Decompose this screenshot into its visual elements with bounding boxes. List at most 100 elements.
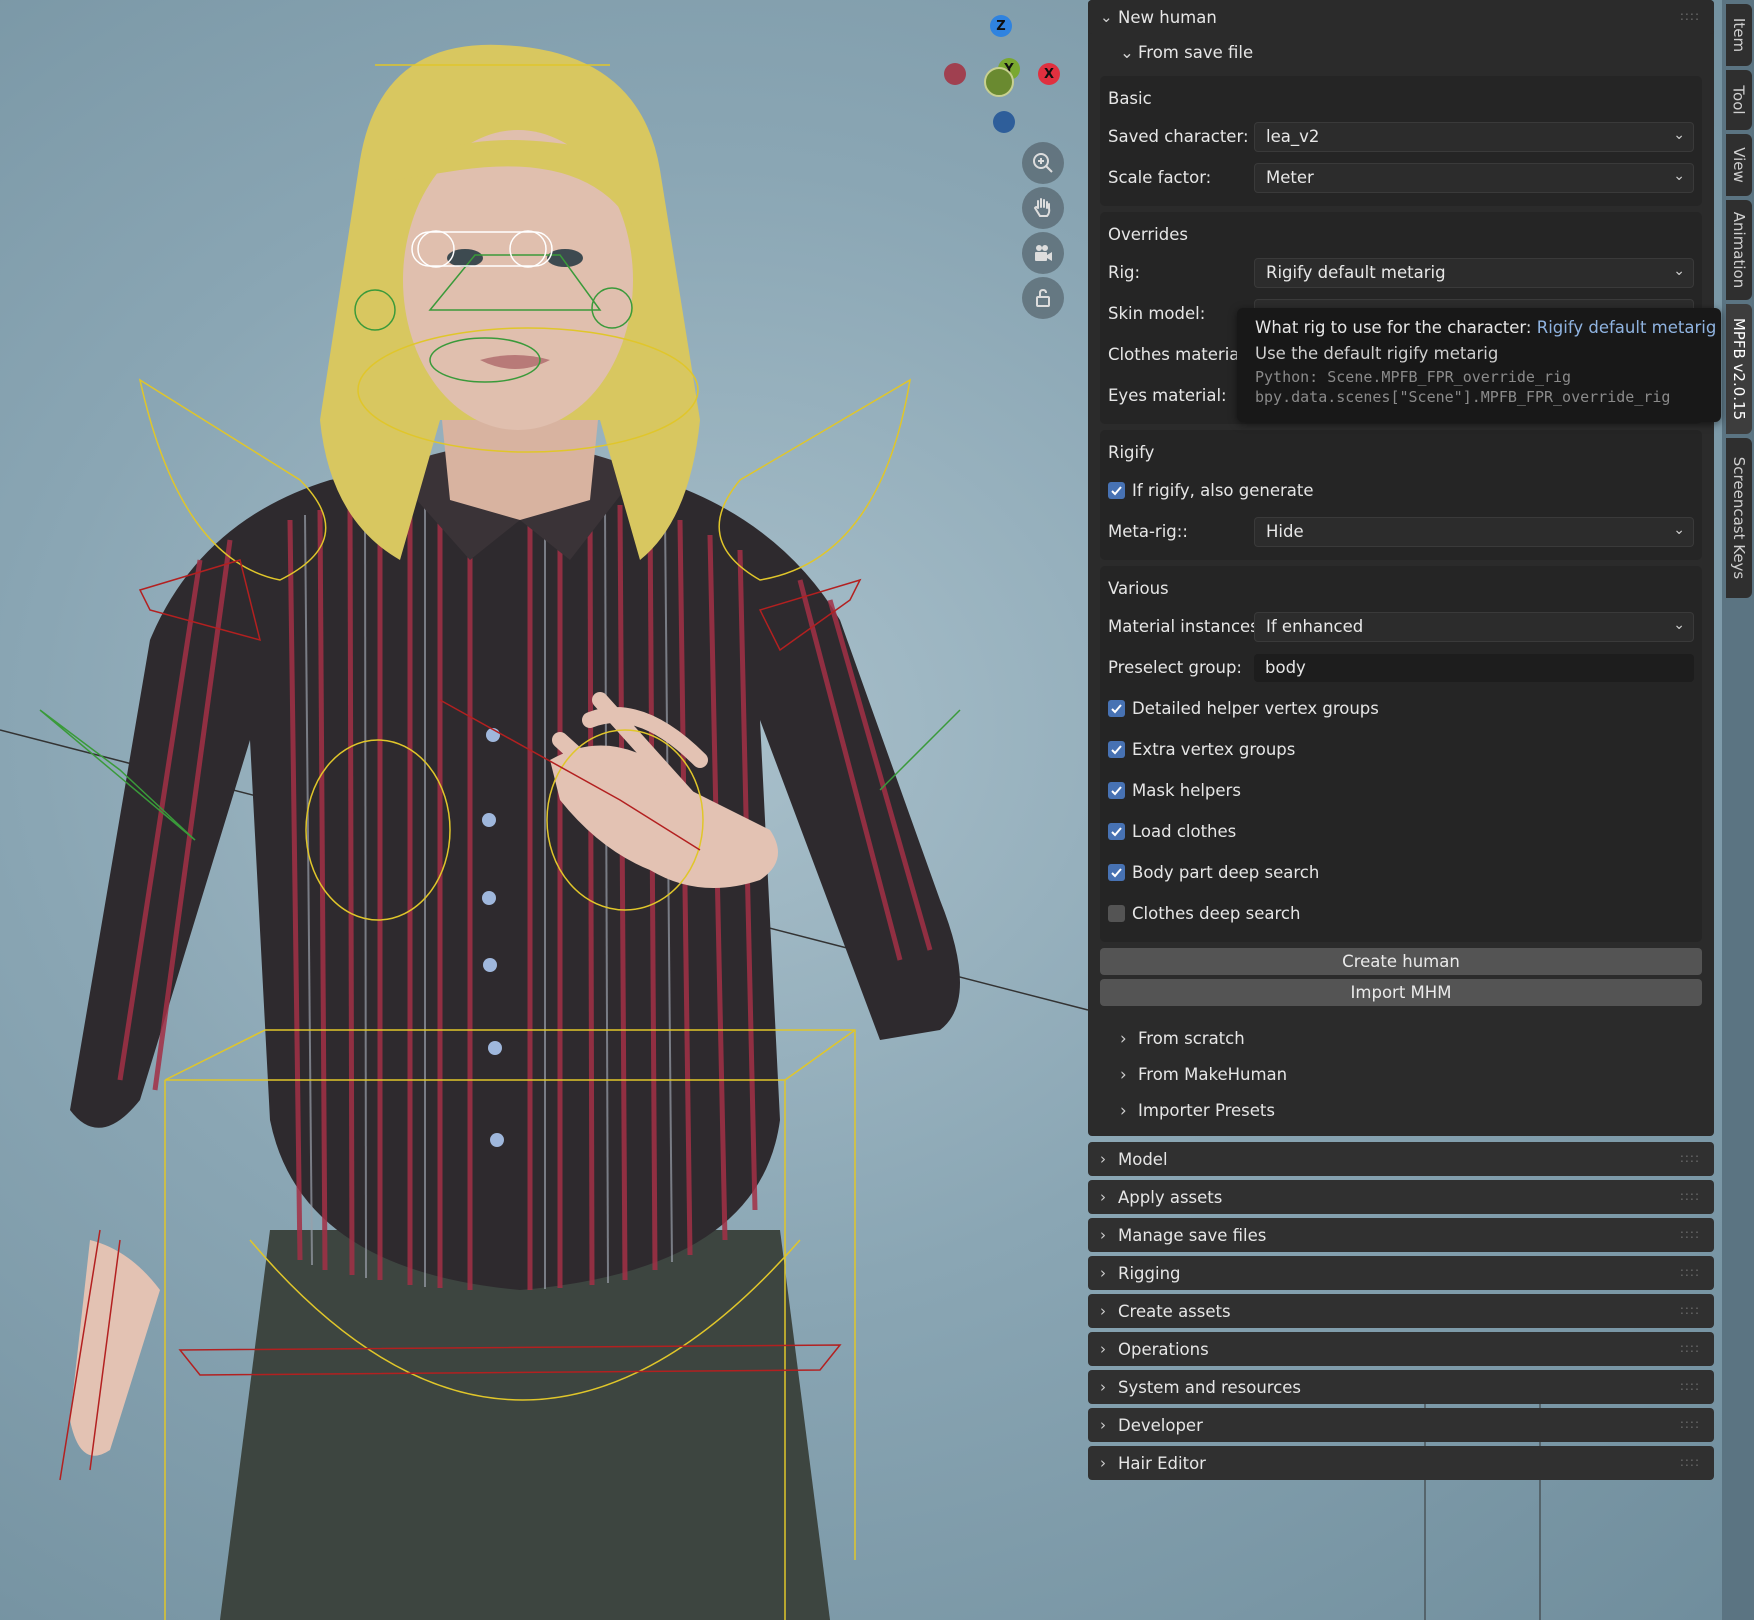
panel-header-rigging[interactable]: › Rigging :::: bbox=[1088, 1256, 1714, 1290]
saved-character-dropdown[interactable]: lea_v2 ⌄ bbox=[1254, 121, 1694, 152]
tab-tool[interactable]: Tool bbox=[1726, 70, 1752, 130]
panel-header-operations[interactable]: › Operations :::: bbox=[1088, 1332, 1714, 1366]
tab-item[interactable]: Item bbox=[1726, 4, 1752, 66]
rigify-box: Rigify If rigify, also generate Meta-rig… bbox=[1100, 430, 1702, 560]
overrides-title: Overrides bbox=[1108, 224, 1188, 244]
tooltip-value: Rigify default metarig bbox=[1536, 318, 1717, 337]
option-checkbox-detailed-helper[interactable]: Detailed helper vertex groups bbox=[1108, 688, 1694, 729]
chevron-right-icon: › bbox=[1100, 1378, 1106, 1396]
option-checkbox-extra-vertex[interactable]: Extra vertex groups bbox=[1108, 729, 1694, 770]
tab-mpfb[interactable]: MPFB v2.0.15 bbox=[1726, 304, 1752, 434]
chevron-right-icon: › bbox=[1100, 1188, 1106, 1206]
option-checkbox-mask-helpers[interactable]: Mask helpers bbox=[1108, 770, 1694, 811]
chevron-right-icon: › bbox=[1100, 1340, 1106, 1358]
gizmo-neg-x-axis[interactable] bbox=[944, 63, 966, 85]
saved-character-label: Saved character: bbox=[1108, 127, 1249, 146]
drag-grip-icon[interactable]: :::: bbox=[1680, 1303, 1700, 1317]
panel-header-developer[interactable]: › Developer :::: bbox=[1088, 1408, 1714, 1442]
camera-icon[interactable] bbox=[1022, 232, 1064, 274]
create-human-button[interactable]: Create human bbox=[1100, 948, 1702, 975]
chevron-down-icon: ⌄ bbox=[1673, 616, 1685, 633]
checkmark-icon[interactable] bbox=[1108, 782, 1125, 799]
metarig-dropdown[interactable]: Hide ⌄ bbox=[1254, 516, 1694, 547]
panel-header-create-assets[interactable]: › Create assets :::: bbox=[1088, 1294, 1714, 1328]
chevron-right-icon: › bbox=[1100, 1264, 1106, 1282]
panel-header-manage-save-files[interactable]: › Manage save files :::: bbox=[1088, 1218, 1714, 1252]
panel-header-system-and-resources[interactable]: › System and resources :::: bbox=[1088, 1370, 1714, 1404]
chevron-right-icon: › bbox=[1100, 1302, 1106, 1320]
sidebar-panel: ⌄ New human :::: ⌄ From save file Basic … bbox=[1088, 0, 1714, 1484]
option-checkbox-load-clothes[interactable]: Load clothes bbox=[1108, 811, 1694, 852]
material-instances-dropdown[interactable]: If enhanced ⌄ bbox=[1254, 611, 1694, 642]
chevron-down-icon: ⌄ bbox=[1673, 262, 1685, 279]
gizmo-center[interactable] bbox=[984, 67, 1014, 97]
chevron-right-icon: › bbox=[1100, 1226, 1106, 1244]
unchecked-box-icon[interactable] bbox=[1108, 905, 1125, 922]
eyes-material-label: Eyes material: bbox=[1108, 386, 1227, 405]
drag-grip-icon[interactable]: :::: bbox=[1680, 1417, 1700, 1431]
chevron-down-icon: ⌄ bbox=[1120, 42, 1134, 62]
from-scratch-header[interactable]: › From scratch bbox=[1088, 1020, 1714, 1056]
panel-header-hair-editor[interactable]: › Hair Editor :::: bbox=[1088, 1446, 1714, 1480]
chevron-down-icon: ⌄ bbox=[1100, 8, 1113, 26]
tab-view[interactable]: View bbox=[1726, 134, 1752, 196]
gizmo-x-axis[interactable]: X bbox=[1038, 63, 1060, 85]
drag-grip-icon[interactable]: :::: bbox=[1680, 9, 1700, 23]
checkmark-icon[interactable] bbox=[1108, 700, 1125, 717]
rig-label: Rig: bbox=[1108, 263, 1141, 282]
saved-character-value: lea_v2 bbox=[1266, 127, 1320, 146]
chevron-down-icon: ⌄ bbox=[1673, 521, 1685, 538]
panel-header-model[interactable]: › Model :::: bbox=[1088, 1142, 1714, 1176]
tab-screencast-keys[interactable]: Screencast Keys bbox=[1726, 438, 1752, 598]
scale-factor-label: Scale factor: bbox=[1108, 168, 1212, 187]
panel-header-apply-assets[interactable]: › Apply assets :::: bbox=[1088, 1180, 1714, 1214]
drag-grip-icon[interactable]: :::: bbox=[1680, 1265, 1700, 1279]
checkmark-icon[interactable] bbox=[1108, 482, 1125, 499]
importer-presets-header[interactable]: › Importer Presets bbox=[1088, 1092, 1714, 1128]
drag-grip-icon[interactable]: :::: bbox=[1680, 1455, 1700, 1469]
chevron-right-icon: › bbox=[1100, 1416, 1106, 1434]
panel-title: Model bbox=[1118, 1149, 1168, 1169]
option-label: Extra vertex groups bbox=[1132, 740, 1296, 759]
rigify-title: Rigify bbox=[1108, 442, 1155, 462]
option-checkbox-body-part-deep-search[interactable]: Body part deep search bbox=[1108, 852, 1694, 893]
checkmark-icon[interactable] bbox=[1108, 864, 1125, 881]
checkmark-icon[interactable] bbox=[1108, 741, 1125, 758]
drag-grip-icon[interactable]: :::: bbox=[1680, 1341, 1700, 1355]
tab-animation[interactable]: Animation bbox=[1726, 200, 1752, 300]
drag-grip-icon[interactable]: :::: bbox=[1680, 1151, 1700, 1165]
scale-factor-dropdown[interactable]: Meter ⌄ bbox=[1254, 162, 1694, 193]
from-makehuman-header[interactable]: › From MakeHuman bbox=[1088, 1056, 1714, 1092]
panel-title: Manage save files bbox=[1118, 1225, 1267, 1245]
lock-icon[interactable] bbox=[1022, 277, 1064, 319]
tooltip-description: What rig to use for the character: Rigif… bbox=[1255, 318, 1717, 337]
rig-dropdown[interactable]: Rigify default metarig ⌄ bbox=[1254, 257, 1694, 288]
drag-grip-icon[interactable]: :::: bbox=[1680, 1189, 1700, 1203]
chevron-right-icon: › bbox=[1100, 1150, 1106, 1168]
import-mhm-button[interactable]: Import MHM bbox=[1100, 979, 1702, 1006]
zoom-icon[interactable] bbox=[1022, 142, 1064, 184]
option-label: Body part deep search bbox=[1132, 863, 1320, 882]
checkmark-icon[interactable] bbox=[1108, 823, 1125, 840]
gizmo-z-axis[interactable]: Z bbox=[990, 15, 1012, 37]
drag-grip-icon[interactable]: :::: bbox=[1680, 1379, 1700, 1393]
metarig-value: Hide bbox=[1266, 522, 1304, 541]
option-checkbox-clothes-deep-search[interactable]: Clothes deep search bbox=[1108, 893, 1694, 934]
new-human-header[interactable]: ⌄ New human :::: bbox=[1088, 0, 1714, 34]
preselect-group-label: Preselect group: bbox=[1108, 658, 1242, 677]
option-label: Detailed helper vertex groups bbox=[1132, 699, 1379, 718]
from-scratch-label: From scratch bbox=[1138, 1028, 1245, 1048]
skin-model-label: Skin model: bbox=[1108, 304, 1206, 323]
panel-title: System and resources bbox=[1118, 1377, 1302, 1397]
from-save-file-header[interactable]: ⌄ From save file bbox=[1088, 34, 1714, 70]
chevron-right-icon: › bbox=[1120, 1064, 1127, 1084]
drag-grip-icon[interactable]: :::: bbox=[1680, 1227, 1700, 1241]
gizmo-neg-z-axis[interactable] bbox=[993, 111, 1015, 133]
also-generate-checkbox[interactable]: If rigify, also generate bbox=[1108, 470, 1694, 511]
panel-title: Developer bbox=[1118, 1415, 1203, 1435]
panel-title: Hair Editor bbox=[1118, 1453, 1206, 1473]
pan-hand-icon[interactable] bbox=[1022, 187, 1064, 229]
preselect-group-input[interactable]: body bbox=[1254, 653, 1694, 682]
material-instances-label: Material instances: bbox=[1108, 617, 1265, 636]
option-label: Load clothes bbox=[1132, 822, 1237, 841]
